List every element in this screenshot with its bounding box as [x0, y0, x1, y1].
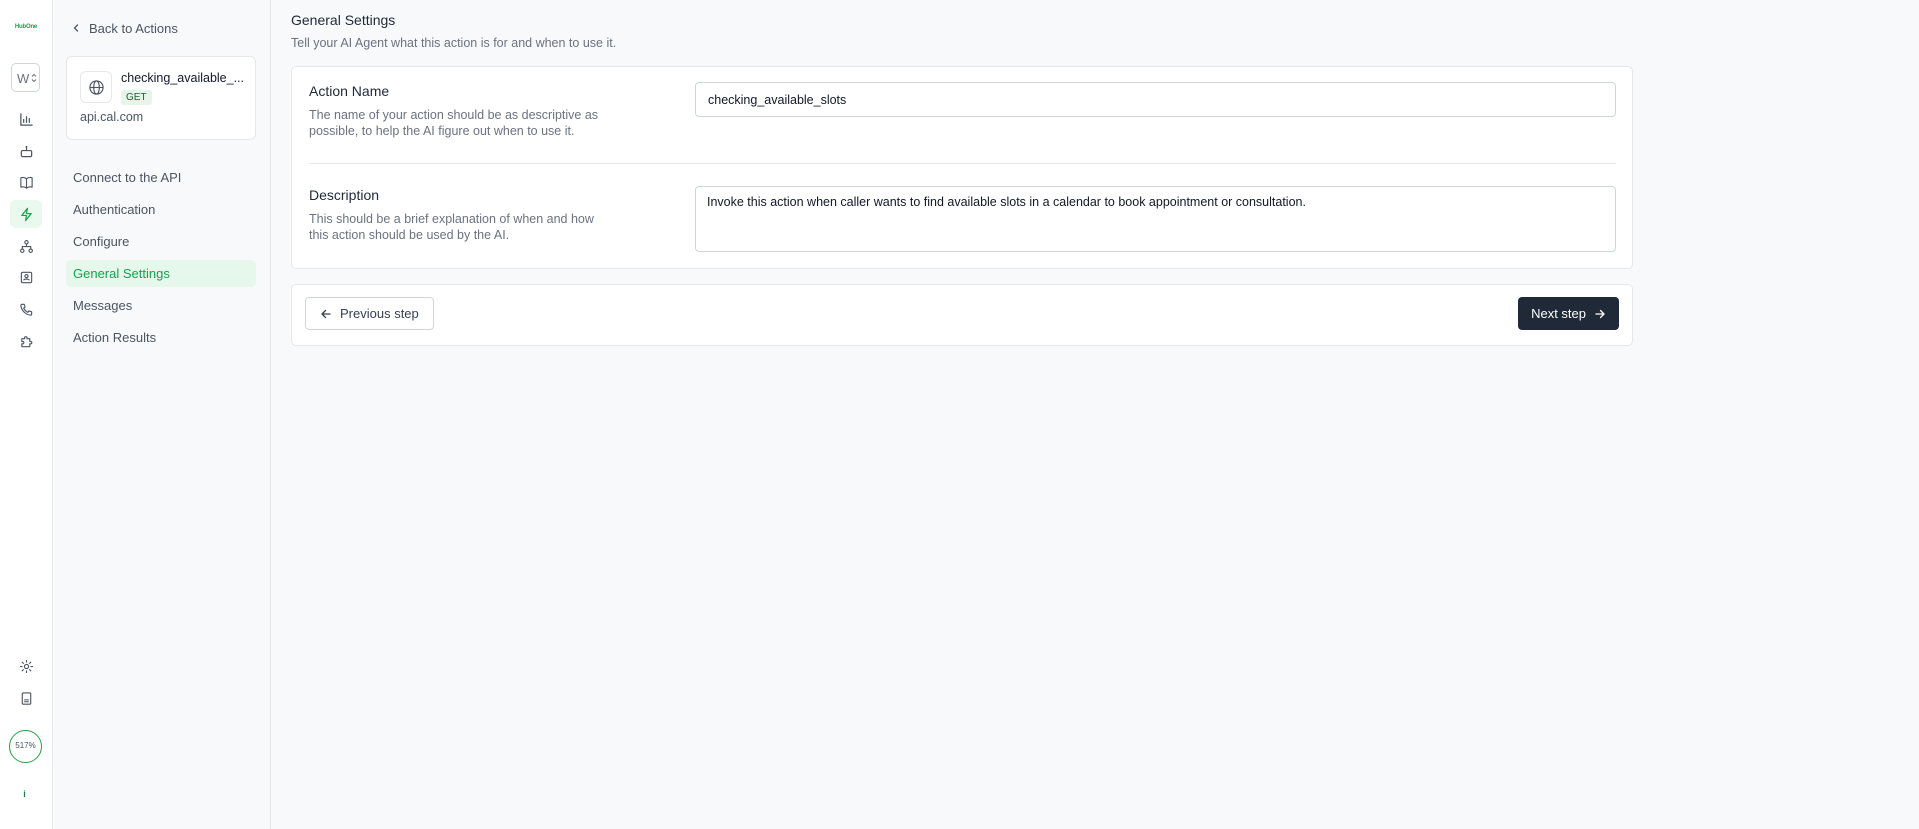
next-step-label: Next step — [1531, 306, 1586, 321]
lightning-icon — [20, 207, 32, 221]
description-textarea[interactable]: Invoke this action when caller wants to … — [695, 186, 1616, 252]
action-sidebar: Back to Actions checking_available_... G… — [53, 0, 271, 829]
main-content: General Settings Tell your AI Agent what… — [271, 0, 1919, 829]
app-logo[interactable]: HubOne — [9, 23, 43, 31]
http-method-badge: GET — [121, 90, 152, 105]
globe-icon — [88, 79, 104, 95]
calls-nav[interactable] — [10, 295, 42, 323]
robot-icon — [20, 145, 32, 157]
integrations-nav[interactable] — [10, 327, 42, 355]
phone-icon — [19, 303, 32, 316]
knowledge-nav[interactable] — [10, 168, 42, 196]
chevron-left-icon — [73, 24, 79, 32]
contact-book-icon — [20, 271, 32, 283]
arrow-left-icon — [321, 309, 331, 318]
previous-step-button[interactable]: Previous step — [305, 297, 434, 330]
step-messages[interactable]: Messages — [66, 292, 256, 319]
step-nav: Connect to the API Authentication Config… — [66, 164, 256, 356]
page-title: General Settings — [291, 12, 396, 28]
puzzle-icon — [20, 335, 32, 347]
document-icon — [21, 691, 31, 705]
back-label: Back to Actions — [89, 20, 178, 36]
settings-nav[interactable] — [10, 652, 42, 680]
workspace-initial: W — [17, 71, 30, 86]
book-icon — [19, 176, 33, 189]
network-icon — [19, 239, 33, 253]
step-authentication[interactable]: Authentication — [66, 196, 256, 223]
info-icon[interactable]: i — [18, 788, 31, 801]
step-configure[interactable]: Configure — [66, 228, 256, 255]
actions-nav[interactable] — [10, 200, 42, 228]
action-name-input[interactable] — [695, 82, 1616, 117]
usage-indicator[interactable]: 517% — [9, 730, 42, 763]
bar-chart-icon — [19, 112, 33, 126]
action-summary-card: checking_available_... GET api.cal.com — [66, 56, 256, 140]
icon-rail: HubOne W 517% i — [0, 0, 53, 829]
page-subtitle: Tell your AI Agent what this action is f… — [291, 36, 617, 50]
next-step-button[interactable]: Next step — [1518, 297, 1619, 330]
step-action-results[interactable]: Action Results — [66, 324, 256, 351]
chevron-up-down-icon — [31, 73, 37, 83]
workspace-switcher[interactable]: W — [11, 63, 40, 92]
action-name: checking_available_... — [121, 71, 244, 85]
workflows-nav[interactable] — [10, 232, 42, 260]
step-footer: Previous step Next step — [291, 284, 1633, 346]
previous-step-label: Previous step — [340, 306, 419, 321]
step-general-settings[interactable]: General Settings — [66, 260, 256, 287]
docs-nav[interactable] — [10, 684, 42, 712]
analytics-nav[interactable] — [10, 105, 42, 133]
back-to-actions-link[interactable]: Back to Actions — [71, 18, 178, 38]
description-help: This should be a brief explanation of wh… — [309, 212, 594, 242]
action-type-badge — [80, 71, 112, 103]
api-host: api.cal.com — [80, 110, 144, 124]
agents-nav[interactable] — [10, 137, 42, 165]
action-name-label: Action Name — [309, 83, 390, 99]
step-connect-api[interactable]: Connect to the API — [66, 164, 256, 191]
settings-panel: Action Name The name of your action shou… — [291, 66, 1633, 269]
arrow-right-icon — [1595, 309, 1605, 318]
contacts-nav[interactable] — [10, 263, 42, 291]
gear-icon — [19, 659, 33, 673]
action-name-help: The name of your action should be as des… — [309, 108, 599, 138]
description-label: Description — [309, 187, 380, 203]
divider — [309, 163, 1616, 164]
